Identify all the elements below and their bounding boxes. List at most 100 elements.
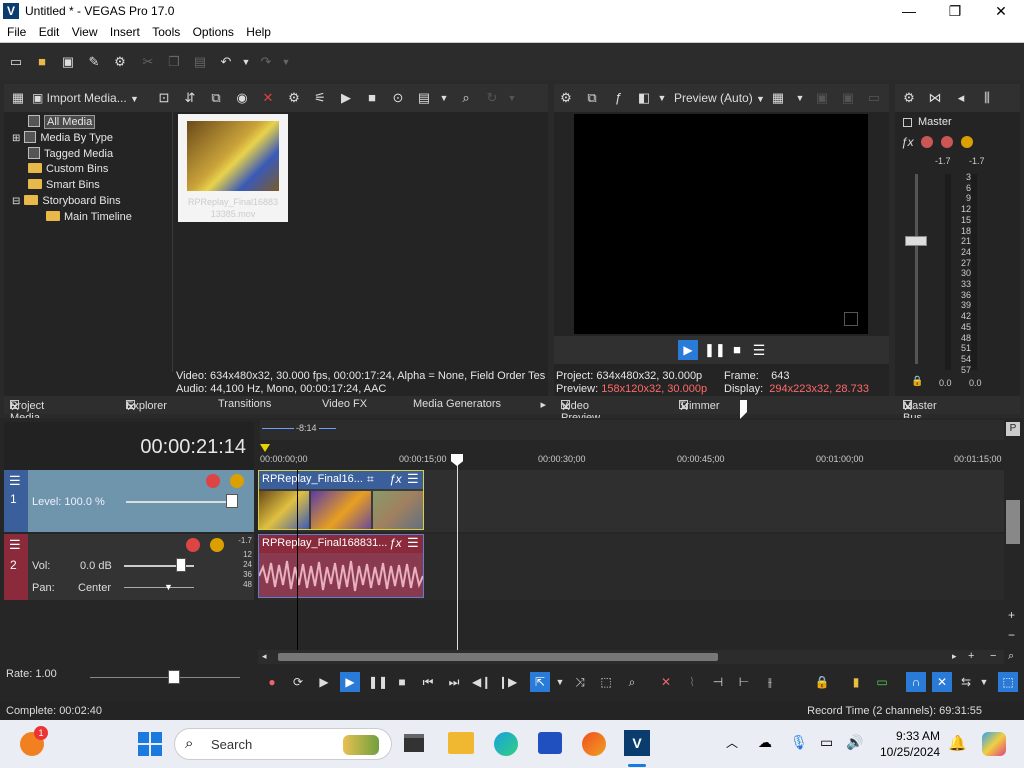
tree-item-custom-bins[interactable]: Custom Bins	[28, 163, 108, 175]
downmix-icon[interactable]: ⋈	[927, 90, 943, 106]
clip-menu-icon[interactable]: ☰	[407, 535, 419, 551]
undo-icon[interactable]: ↶	[218, 54, 234, 70]
solo-icon[interactable]	[210, 538, 224, 552]
pause-button[interactable]: ❚❚	[368, 674, 388, 690]
lock-icon[interactable]: 🔒	[814, 674, 830, 690]
go-to-start-icon[interactable]: ⏮	[420, 674, 436, 690]
trim-start-icon[interactable]: ⊣	[710, 674, 726, 690]
play-button[interactable]: ▶	[340, 672, 360, 692]
firefox-icon[interactable]	[582, 732, 606, 756]
menu-view[interactable]: View	[65, 23, 98, 39]
zoom-out-icon[interactable]: −	[990, 650, 996, 662]
views-icon[interactable]: ▤	[416, 90, 432, 106]
preview-pause-button[interactable]: ❚❚	[704, 340, 726, 360]
menu-file[interactable]: File	[0, 23, 26, 39]
overlays-icon[interactable]: ▦	[770, 90, 786, 106]
marker-icon[interactable]: ▮	[848, 674, 864, 690]
media-thumbnail[interactable]: RPReplay_Final16883 13385.mov	[178, 114, 288, 222]
zoom-in-vertical-icon[interactable]: +	[1008, 608, 1015, 622]
scroll-left-icon[interactable]: ◂	[262, 651, 267, 662]
marker-bar[interactable]: -8:14	[260, 420, 1004, 452]
tab-scroll-right-icon[interactable]: ▸	[516, 398, 546, 411]
in-marker-icon[interactable]	[260, 444, 270, 452]
ripple-dropdown-icon[interactable]: ▼	[976, 674, 992, 690]
save-as-icon[interactable]: ✎	[86, 54, 102, 70]
task-view-icon[interactable]	[404, 734, 424, 752]
redo-dropdown-icon[interactable]: ▼	[278, 54, 294, 70]
video-track-header[interactable]: ☰ 1 Level: 100.0 %	[4, 470, 254, 532]
solo-icon[interactable]	[961, 136, 973, 148]
vertical-scrollbar[interactable]	[1006, 500, 1020, 544]
tree-item-storyboard-bins[interactable]: ⊟ Storyboard Bins	[12, 195, 121, 207]
stop-icon[interactable]: ■	[364, 90, 380, 106]
scroll-right-icon[interactable]: ▸	[952, 651, 957, 662]
maximize-button[interactable]: ❐	[932, 0, 978, 23]
play-from-start-icon[interactable]: ▶	[316, 674, 332, 690]
media-properties-icon[interactable]: ⚙	[286, 90, 302, 106]
mixer-properties-icon[interactable]: ⚙	[901, 90, 917, 106]
notification-bell-icon[interactable]: 🔔	[948, 734, 967, 752]
save-icon[interactable]: ▣	[60, 54, 76, 70]
external-monitor-icon[interactable]: ▭	[866, 90, 882, 106]
close-icon[interactable]: ✕	[561, 400, 571, 414]
close-icon[interactable]: ✕	[10, 400, 20, 414]
go-to-end-icon[interactable]: ⏭	[446, 674, 462, 690]
tab-media-generators[interactable]: Media Generators	[413, 398, 501, 410]
overlays-dropdown-icon[interactable]: ▼	[792, 90, 808, 106]
lock-envelopes-icon[interactable]: ⬚	[998, 672, 1018, 692]
rate-slider-handle[interactable]	[168, 670, 180, 684]
file-explorer-icon[interactable]	[448, 732, 474, 754]
split-icon[interactable]: ⫲	[762, 674, 778, 690]
zoom-out-vertical-icon[interactable]: −	[1008, 628, 1015, 642]
zoom-icon[interactable]: ⌕	[458, 90, 474, 106]
clock[interactable]: 9:33 AM 10/25/2024	[880, 728, 940, 760]
stop-button[interactable]: ■	[394, 674, 410, 690]
capture-icon[interactable]: ⊡	[156, 90, 172, 106]
undo-dropdown-icon[interactable]: ▼	[238, 54, 254, 70]
new-file-icon[interactable]: ▭	[8, 54, 24, 70]
record-icon[interactable]: ●	[264, 674, 280, 690]
mute-icon[interactable]	[186, 538, 200, 552]
split-screen-icon[interactable]: ◧	[636, 90, 652, 106]
copy-icon[interactable]: ❐	[166, 54, 182, 70]
network-icon[interactable]: ▭	[820, 734, 833, 751]
vol-slider-handle[interactable]	[176, 558, 186, 572]
automation-icon[interactable]	[921, 136, 933, 148]
remove-icon[interactable]: ✕	[260, 90, 276, 106]
close-icon[interactable]: ✕	[903, 400, 913, 414]
envelope-tool-icon[interactable]: ⤨	[572, 674, 588, 690]
splitter[interactable]	[172, 112, 173, 372]
video-clip[interactable]: RPReplay_Final16... ⌗ ƒx ☰	[258, 470, 424, 530]
expand-icon[interactable]: ⊞	[12, 133, 20, 144]
tab-transitions[interactable]: Transitions	[218, 398, 271, 410]
preview-stop-button[interactable]: ■	[728, 340, 746, 360]
tree-item-smart-bins[interactable]: Smart Bins	[28, 179, 100, 191]
vegas-taskbar-icon[interactable]: V	[624, 730, 650, 756]
tab-video-fx[interactable]: Video FX	[322, 398, 367, 410]
preview-play-button[interactable]: ▶	[678, 340, 698, 360]
edit-tool-dropdown-icon[interactable]: ▼	[552, 674, 568, 690]
cut-icon[interactable]: ✂	[140, 54, 156, 70]
volume-icon[interactable]: 🔊	[846, 734, 863, 751]
prev-frame-icon[interactable]: ◀❙	[472, 674, 491, 690]
gear-icon[interactable]: ⚙	[112, 54, 128, 70]
refresh-icon[interactable]: ↻	[484, 90, 500, 106]
delete-icon[interactable]: ✕	[658, 674, 674, 690]
paste-icon[interactable]: ▤	[192, 54, 208, 70]
region-icon[interactable]: ▭	[874, 674, 890, 690]
master-checkbox[interactable]	[903, 117, 912, 127]
import-media-button[interactable]: ▣ Import Media... ▼	[32, 91, 139, 105]
web-icon[interactable]: ◉	[234, 90, 250, 106]
get-photo-icon[interactable]: ⧉	[208, 90, 224, 106]
master-fx-icon[interactable]: ƒx	[901, 135, 914, 149]
horizontal-scrollbar[interactable]: ◂ ▸	[258, 650, 1004, 664]
scroll-thumb[interactable]	[278, 653, 718, 661]
cloud-icon[interactable]: ☁	[758, 734, 772, 751]
solo-icon[interactable]	[230, 474, 244, 488]
views-dropdown-icon[interactable]: ▼	[436, 90, 452, 106]
clip-menu-icon[interactable]: ☰	[407, 471, 419, 487]
menu-edit[interactable]: Edit	[32, 23, 60, 39]
auto-crossfade-icon[interactable]: ✕	[932, 672, 952, 692]
clip-fx-icon[interactable]: ƒx	[389, 536, 402, 550]
next-frame-icon[interactable]: ❙▶	[498, 674, 517, 690]
